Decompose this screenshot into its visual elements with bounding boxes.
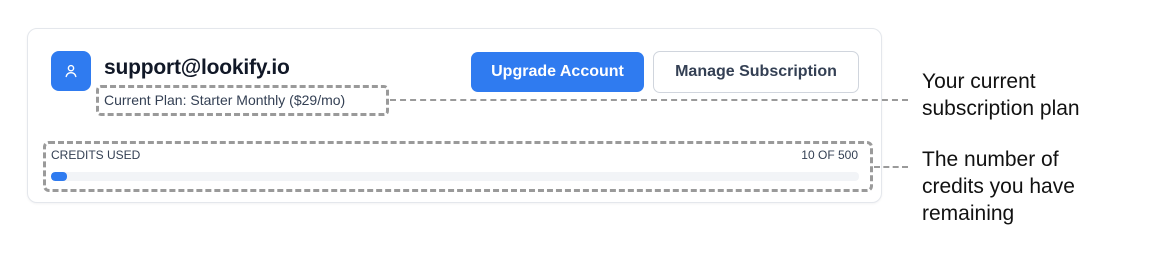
credits-callout-line: remaining: [922, 202, 1015, 225]
avatar: [51, 51, 91, 91]
plan-callout-line: Your current: [922, 70, 1036, 93]
credits-callout: The number of credits you have remaining: [922, 146, 1075, 227]
plan-callout-connector: [390, 99, 908, 101]
screenshot-stage: support@lookify.io Current Plan: Starter…: [0, 0, 1176, 270]
credits-callout-connector: [874, 166, 908, 168]
account-email: support@lookify.io: [104, 56, 290, 79]
user-icon: [65, 64, 77, 78]
manage-subscription-button[interactable]: Manage Subscription: [653, 51, 859, 93]
credits-highlight-box: [43, 141, 873, 192]
credits-callout-line: credits you have: [922, 175, 1075, 198]
current-plan-text: Current Plan: Starter Monthly ($29/mo): [104, 92, 346, 108]
upgrade-account-button[interactable]: Upgrade Account: [471, 52, 644, 92]
plan-callout-line: subscription plan: [922, 97, 1080, 120]
plan-callout: Your current subscription plan: [922, 68, 1080, 122]
credits-progress-bar: [51, 172, 859, 181]
credits-progress-fill: [51, 172, 68, 181]
credits-count: 10 OF 500: [801, 148, 858, 162]
credits-callout-line: The number of: [922, 148, 1059, 171]
credits-used-label: CREDITS USED: [51, 148, 141, 162]
